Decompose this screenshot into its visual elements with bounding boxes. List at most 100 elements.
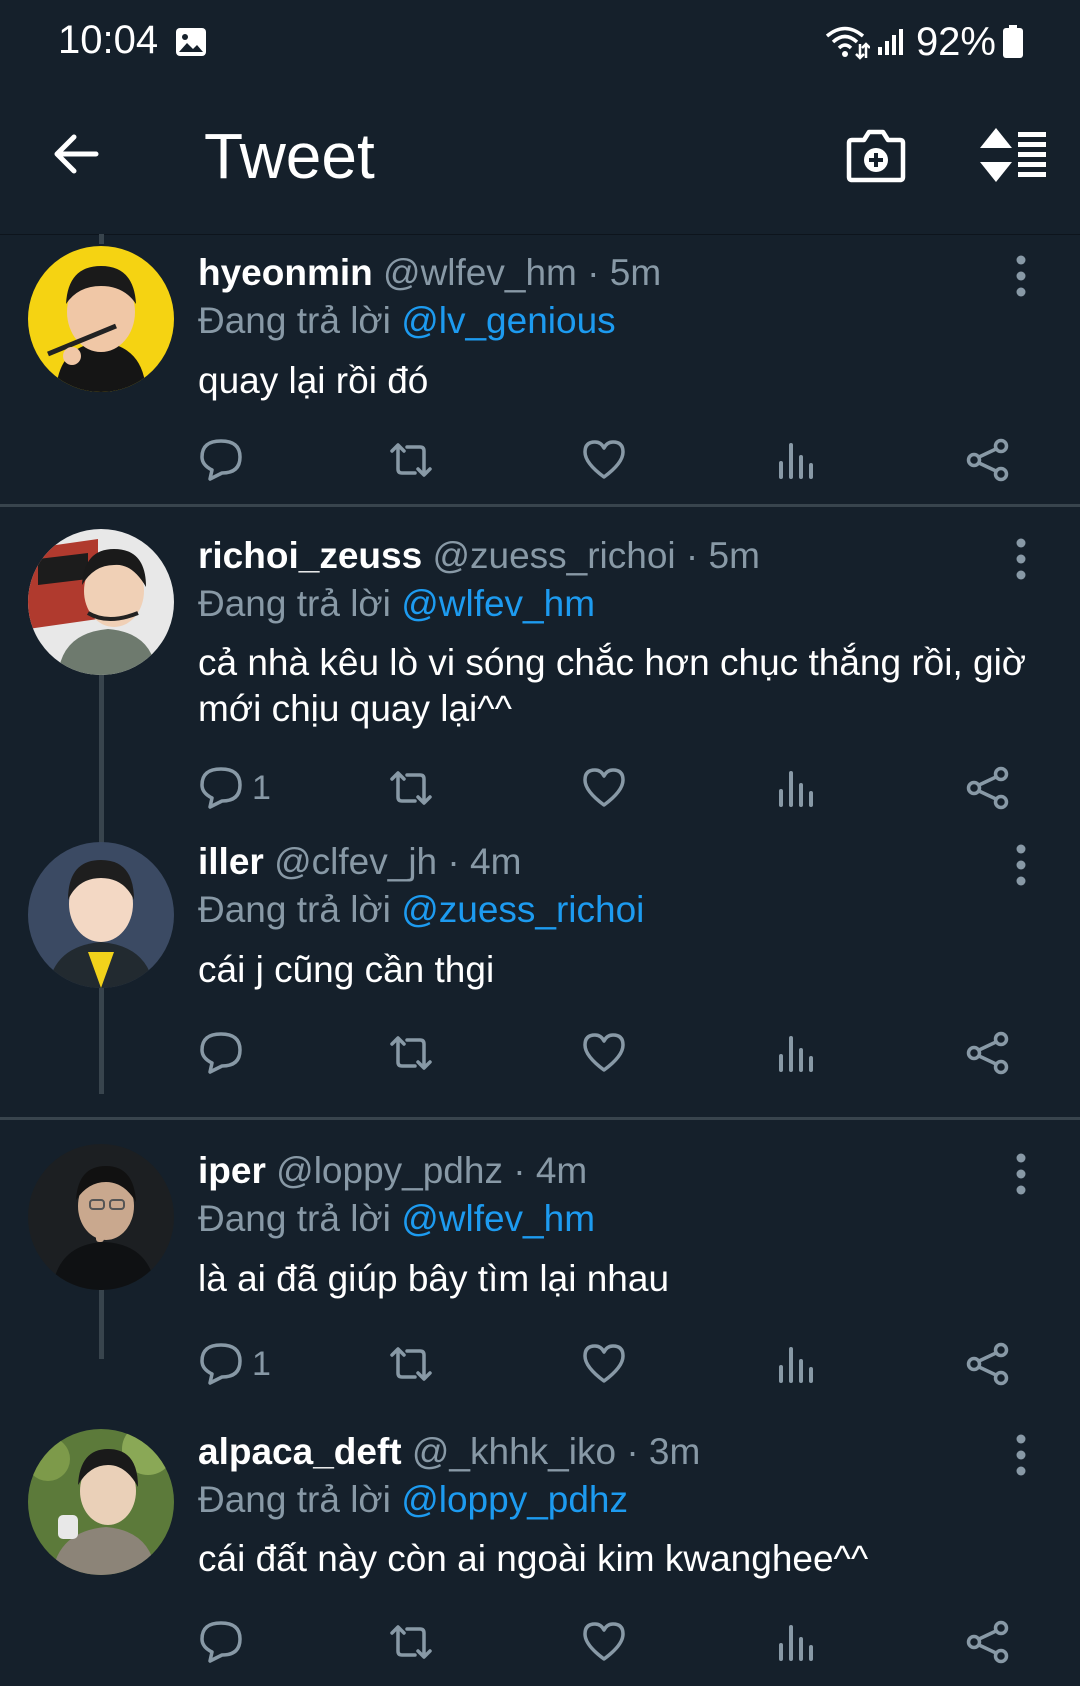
tweet-header: richoi_zeuss @zuess_richoi · 5m [198,535,760,577]
reply-button[interactable] [198,1030,252,1076]
views-button[interactable] [773,1030,819,1076]
like-button[interactable] [581,1341,627,1387]
more-options-icon[interactable] [1010,843,1032,887]
tweet-item[interactable]: iper @loppy_pdhz · 4m Đang trả lời @wlfe… [0,1120,1080,1402]
heart-icon [583,1622,625,1661]
views-button[interactable] [773,765,819,811]
avatar[interactable] [28,1144,174,1290]
views-button[interactable] [773,1619,819,1665]
handle-and-time: @clfev_jh · 4m [274,841,522,882]
avatar[interactable] [28,842,174,988]
display-name[interactable]: iper [198,1150,266,1191]
reply-mention-link[interactable]: @zuess_richoi [401,889,644,930]
reply-icon [200,1343,242,1385]
tweet-item[interactable]: iller @clfev_jh · 4m Đang trả lời @zuess… [0,819,1080,1117]
tweet-text: cái đất này còn ai ngoài kim kwanghee^^ [198,1538,869,1579]
share-button[interactable] [965,765,1011,811]
retweet-icon [390,443,432,477]
share-button[interactable] [965,437,1011,483]
back-arrow-icon[interactable] [52,129,102,179]
analytics-icon [779,771,813,807]
heart-icon [583,1033,625,1072]
share-button[interactable] [965,1030,1011,1076]
retweet-button[interactable] [388,1619,434,1665]
reply-button[interactable]: 1 [198,1341,271,1387]
retweet-icon [390,1347,432,1381]
like-button[interactable] [581,1030,627,1076]
tweet-header: hyeonmin @wlfev_hm · 5m [198,252,661,294]
analytics-icon [779,1625,813,1661]
like-button[interactable] [581,437,627,483]
reply-icon [200,1032,242,1074]
share-icon [966,766,1009,810]
reply-button[interactable]: 1 [198,765,271,811]
display-name[interactable]: richoi_zeuss [198,535,422,576]
handle-and-time: @_khhk_iko · 3m [411,1431,701,1472]
retweet-button[interactable] [388,1030,434,1076]
reply-count: 1 [252,1344,271,1383]
views-button[interactable] [773,437,819,483]
reply-prefix: Đang trả lời [198,1479,391,1520]
views-button[interactable] [773,1341,819,1387]
reply-context: Đang trả lời @lv_genious [198,300,616,342]
tweet-item[interactable]: richoi_zeuss @zuess_richoi · 5m Đang trả… [0,507,1080,819]
tweet-item[interactable]: alpaca_deft @_khhk_iko · 3m Đang trả lời… [0,1402,1080,1686]
tweet-text: cả nhà kêu lò vi sóng chắc hơn chục thắn… [198,642,1027,729]
like-button[interactable] [581,765,627,811]
tweet-header: alpaca_deft @_khhk_iko · 3m [198,1431,700,1473]
display-name[interactable]: hyeonmin [198,252,373,293]
retweet-icon [390,1625,432,1659]
sort-icon[interactable] [978,126,1048,184]
avatar[interactable] [28,1429,174,1575]
share-button[interactable] [965,1341,1011,1387]
reply-icon [200,1621,242,1663]
wifi-icon [824,24,871,60]
share-button[interactable] [965,1619,1011,1665]
reply-context: Đang trả lời @zuess_richoi [198,889,644,931]
reply-prefix: Đang trả lời [198,300,391,341]
tweet-header: iller @clfev_jh · 4m [198,841,521,883]
retweet-button[interactable] [388,1341,434,1387]
handle-and-time: @wlfev_hm · 5m [383,252,662,293]
display-name[interactable]: alpaca_deft [198,1431,402,1472]
reply-mention-link[interactable]: @loppy_pdhz [401,1479,628,1520]
reply-prefix: Đang trả lời [198,1198,391,1239]
reply-mention-link[interactable]: @wlfev_hm [401,1198,595,1239]
battery-icon [1002,25,1024,59]
reply-prefix: Đang trả lời [198,583,391,624]
signal-icon [876,27,906,57]
status-bar: 10:04 92% [0,0,1080,76]
avatar[interactable] [28,246,174,392]
tweet-text: là ai đã giúp bây tìm lại nhau [198,1258,670,1299]
reply-context: Đang trả lời @wlfev_hm [198,583,595,625]
reply-icon [200,439,242,481]
handle-and-time: @zuess_richoi · 5m [432,535,760,576]
heart-icon [583,1344,625,1383]
share-icon [966,1342,1009,1386]
reply-mention-link[interactable]: @lv_genious [401,300,615,341]
more-options-icon[interactable] [1010,254,1032,298]
more-options-icon[interactable] [1010,1433,1032,1477]
status-right: 92% [824,18,1024,66]
display-name[interactable]: iller [198,841,264,882]
avatar[interactable] [28,529,174,675]
analytics-icon [779,1347,813,1383]
tweet-item[interactable]: hyeonmin @wlfev_hm · 5m Đang trả lời @lv… [0,234,1080,504]
reply-context: Đang trả lời @wlfev_hm [198,1198,595,1240]
retweet-icon [390,771,432,805]
reply-context: Đang trả lời @loppy_pdhz [198,1479,628,1521]
battery-percent: 92% [915,19,996,64]
heart-icon [583,768,625,807]
like-button[interactable] [581,1619,627,1665]
retweet-button[interactable] [388,437,434,483]
page-title: Tweet [204,120,375,192]
add-photo-icon[interactable] [846,126,906,184]
handle-and-time: @loppy_pdhz · 4m [276,1150,588,1191]
tweet-header: iper @loppy_pdhz · 4m [198,1150,587,1192]
more-options-icon[interactable] [1010,1152,1032,1196]
retweet-button[interactable] [388,765,434,811]
reply-mention-link[interactable]: @wlfev_hm [401,583,595,624]
reply-button[interactable] [198,437,252,483]
more-options-icon[interactable] [1010,537,1032,581]
reply-button[interactable] [198,1619,252,1665]
